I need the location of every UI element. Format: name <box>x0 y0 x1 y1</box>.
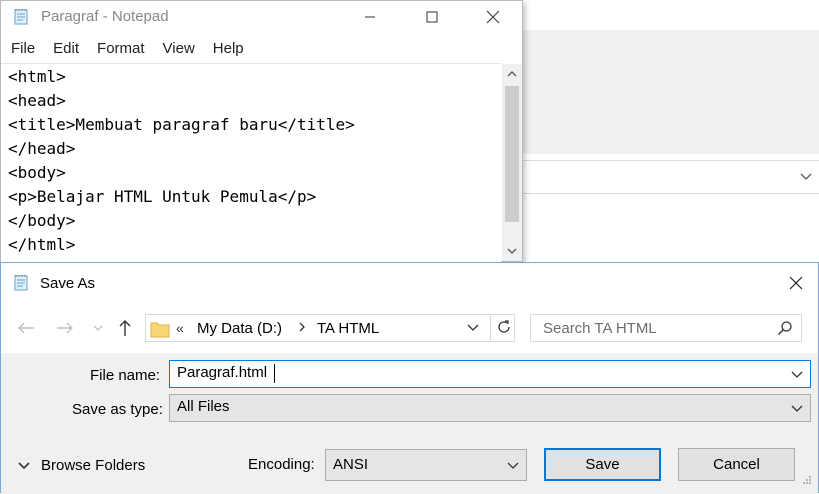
breadcrumb-overflow[interactable]: « <box>176 320 184 336</box>
editor-line: <head> <box>8 91 66 110</box>
close-button[interactable] <box>470 1 516 33</box>
up-arrow-icon[interactable] <box>114 317 136 339</box>
file-name-value: Paragraf.html <box>177 364 268 381</box>
editor-line: <body> <box>8 163 66 182</box>
save-as-type-select[interactable]: All Files <box>169 394 811 422</box>
breadcrumb-my-data[interactable]: My Data (D:) <box>197 320 282 337</box>
editor-line: <html> <box>8 67 66 86</box>
notepad-window: Paragraf - Notepad File Edit Format View… <box>0 0 523 262</box>
save-as-dialog: Save As « My Data (D:) TA HTML Search TA… <box>0 262 819 494</box>
scroll-down-icon[interactable] <box>502 241 522 261</box>
notepad-titlebar[interactable]: Paragraf - Notepad <box>1 1 522 33</box>
encoding-select[interactable]: ANSI <box>325 449 527 481</box>
text-cursor <box>274 364 275 383</box>
menu-bar: File Edit Format View Help <box>1 37 522 61</box>
breadcrumb-separator-icon[interactable] <box>298 320 306 336</box>
search-icon[interactable] <box>777 320 793 341</box>
back-arrow-icon[interactable] <box>15 317 37 339</box>
menu-view[interactable]: View <box>153 37 203 61</box>
menu-format[interactable]: Format <box>87 37 153 61</box>
resize-grip-icon[interactable] <box>802 472 812 490</box>
chevron-down-icon <box>18 461 30 469</box>
browse-folders-toggle[interactable]: Browse Folders <box>17 457 145 474</box>
background-window <box>523 0 819 262</box>
encoding-label: Encoding: <box>248 456 315 473</box>
browse-folders-label: Browse Folders <box>41 457 146 474</box>
save-as-type-label: Save as type: <box>72 401 163 418</box>
editor-line: </html> <box>8 235 76 254</box>
chevron-down-icon <box>799 169 813 188</box>
maximize-button[interactable] <box>409 1 455 33</box>
cancel-button[interactable]: Cancel <box>678 448 795 481</box>
folder-icon <box>150 320 170 343</box>
notepad-icon <box>12 274 30 297</box>
search-input[interactable]: Search TA HTML <box>543 320 657 337</box>
forward-arrow-icon[interactable] <box>54 317 76 339</box>
text-editor[interactable]: <html> <head> <title>Membuat paragraf ba… <box>1 63 501 262</box>
encoding-value: ANSI <box>333 456 369 473</box>
scroll-thumb[interactable] <box>505 86 519 222</box>
editor-line: <p>Belajar HTML Untuk Pemula</p> <box>8 187 317 206</box>
dialog-title: Save As <box>40 275 96 292</box>
scroll-up-icon[interactable] <box>502 64 522 84</box>
menu-edit[interactable]: Edit <box>43 37 87 61</box>
dialog-close-button[interactable] <box>774 263 818 303</box>
chevron-down-icon[interactable] <box>506 458 520 477</box>
save-button[interactable]: Save <box>544 448 661 481</box>
vertical-scrollbar[interactable] <box>502 64 522 261</box>
background-combo[interactable] <box>523 160 819 194</box>
search-box[interactable]: Search TA HTML <box>530 314 802 342</box>
editor-line: <title>Membuat paragraf baru</title> <box>8 115 355 134</box>
file-name-label: File name: <box>90 367 161 384</box>
address-bar[interactable]: « My Data (D:) TA HTML <box>145 314 515 342</box>
menu-file[interactable]: File <box>1 37 43 61</box>
background-band <box>523 30 819 154</box>
address-dropdown-icon[interactable] <box>466 320 480 339</box>
chevron-down-icon[interactable] <box>790 401 804 420</box>
file-name-input[interactable]: Paragraf.html <box>169 360 811 388</box>
save-form: File name: Paragraf.html Save as type: A… <box>1 353 818 494</box>
breadcrumb-ta-html[interactable]: TA HTML <box>317 320 379 337</box>
save-as-type-value: All Files <box>177 398 230 415</box>
minimize-button[interactable] <box>347 1 393 33</box>
recent-locations-chevron-icon[interactable] <box>87 317 109 339</box>
chevron-down-icon[interactable] <box>790 367 804 386</box>
dialog-titlebar[interactable]: Save As <box>1 263 818 303</box>
address-divider <box>490 315 491 341</box>
refresh-icon[interactable] <box>495 318 513 341</box>
editor-line: </body> <box>8 211 76 230</box>
editor-line: </head> <box>8 139 76 158</box>
menu-help[interactable]: Help <box>203 37 252 61</box>
window-title: Paragraf - Notepad <box>41 8 169 25</box>
notepad-icon <box>12 8 30 31</box>
